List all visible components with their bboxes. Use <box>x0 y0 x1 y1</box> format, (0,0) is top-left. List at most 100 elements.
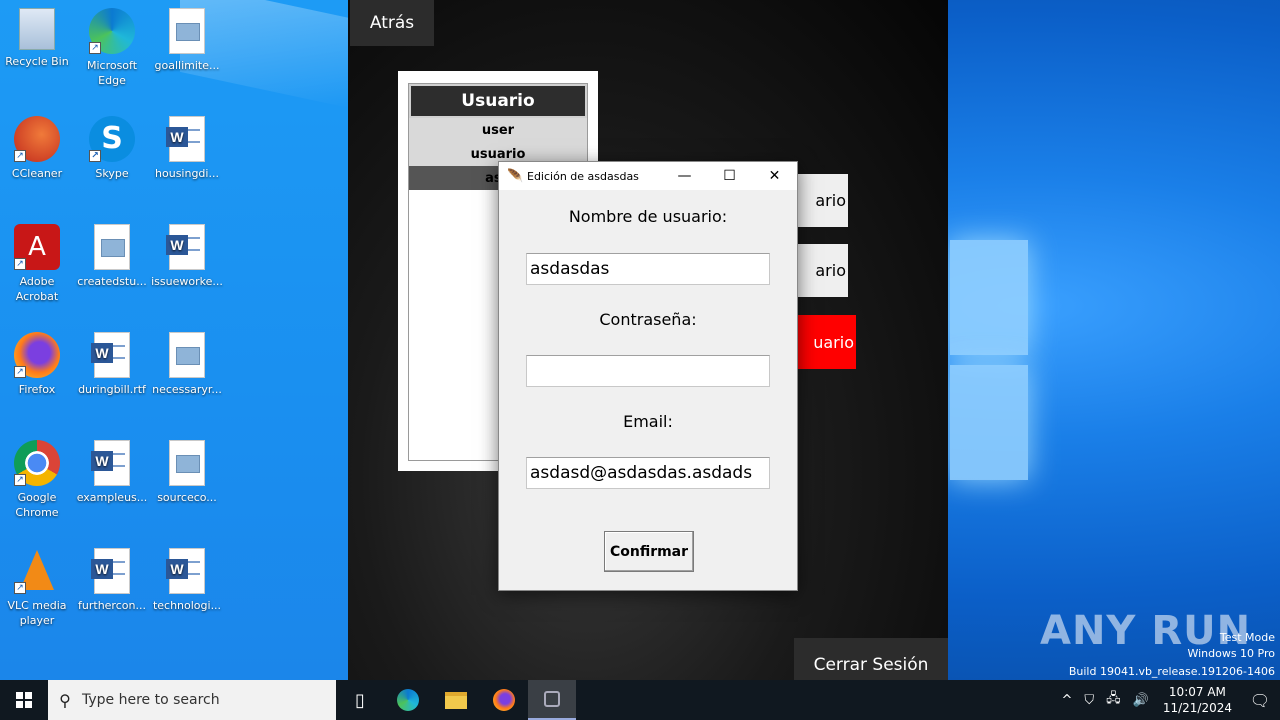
image-file-icon <box>169 8 205 54</box>
confirm-button[interactable]: Confirmar <box>604 531 694 572</box>
word-doc-icon: W <box>91 332 130 378</box>
windows-edition-text: Windows 10 Pro <box>1187 647 1275 660</box>
network-icon[interactable]: 🖧 <box>1106 689 1121 711</box>
delete-user-button[interactable]: uario <box>788 315 856 369</box>
desktop-icon-label: furthercon... <box>78 599 146 612</box>
shortcut-arrow-icon: ↗ <box>89 150 101 162</box>
desktop-icon-necessaryr[interactable]: necessaryr... <box>151 332 223 397</box>
notification-icon[interactable]: 🗨 <box>1240 691 1280 710</box>
search-placeholder: Type here to search <box>82 692 220 708</box>
test-mode-text: Test Mode <box>1219 631 1275 644</box>
volume-icon[interactable]: 🔊 <box>1133 693 1149 708</box>
edge-taskbar-icon[interactable] <box>384 680 432 720</box>
taskbar-search-box[interactable]: ⚲ Type here to search <box>48 680 336 720</box>
desktop-icon-ccleaner[interactable]: ↗ CCleaner <box>1 116 73 181</box>
desktop-icon-edge[interactable]: ↗ Microsoft Edge <box>76 8 148 88</box>
desktop-icon-acrobat[interactable]: A ↗ Adobe Acrobat <box>1 224 73 304</box>
list-item[interactable]: user <box>409 118 587 142</box>
desktop-icon-furthercon[interactable]: W furthercon... <box>76 548 148 613</box>
word-doc-icon: W <box>166 224 205 270</box>
shortcut-arrow-icon: ↗ <box>89 42 101 54</box>
desktop-icon-chrome[interactable]: ↗ Google Chrome <box>1 440 73 520</box>
word-doc-icon: W <box>166 548 205 594</box>
desktop-icon-firefox[interactable]: ↗ Firefox <box>1 332 73 397</box>
desktop-icon-exampleus[interactable]: W exampleus... <box>76 440 148 505</box>
desktop-icon-label: VLC media player <box>7 599 67 627</box>
shortcut-arrow-icon: ↗ <box>14 474 26 486</box>
desktop-icon-duringbill[interactable]: W duringbill.rtf <box>76 332 148 397</box>
desktop-icon-vlc[interactable]: ↗ VLC media player <box>1 548 73 628</box>
windows-start-icon <box>16 692 32 708</box>
chevron-up-icon[interactable]: ^ <box>1061 693 1072 708</box>
search-icon: ⚲ <box>59 690 71 710</box>
edge-icon: ↗ <box>89 8 135 54</box>
firefox-taskbar-icon[interactable] <box>480 680 528 720</box>
desktop-icon-label: Adobe Acrobat <box>15 275 59 303</box>
logo-pane-bottom <box>950 365 1028 480</box>
chrome-icon: ↗ <box>14 440 60 486</box>
vlc-icon: ↗ <box>14 548 60 594</box>
desktop-icon-label: createdstu... <box>77 275 147 288</box>
word-doc-icon: W <box>91 440 130 486</box>
password-input[interactable] <box>526 355 770 387</box>
image-file-icon <box>169 440 205 486</box>
desktop-icon-issueworke[interactable]: W issueworke... <box>151 224 223 289</box>
user-list-header: Usuario <box>409 84 587 118</box>
desktop-icon-label: goallimite... <box>154 59 220 72</box>
desktop-icon-label: exampleus... <box>76 491 148 504</box>
word-doc-icon: W <box>91 548 130 594</box>
word-doc-icon: W <box>166 116 205 162</box>
maximize-button[interactable]: ☐ <box>707 162 752 190</box>
username-label: Nombre de usuario: <box>568 207 728 226</box>
shortcut-arrow-icon: ↗ <box>14 366 26 378</box>
task-view-icon[interactable]: ▯ <box>336 680 384 720</box>
desktop-icon-label: Microsoft Edge <box>86 59 138 87</box>
feather-icon: 🪶 <box>507 168 524 184</box>
desktop-icon-recycle-bin[interactable]: Recycle Bin <box>1 8 73 69</box>
desktop-icon-label: Recycle Bin <box>5 55 69 68</box>
clock-date: 11/21/2024 <box>1162 701 1232 715</box>
dialog-titlebar[interactable]: 🪶 Edición de asdasdas — ☐ ✕ <box>499 162 797 190</box>
desktop-icon-housingdi[interactable]: W housingdi... <box>151 116 223 181</box>
desktop-icon-label: Firefox <box>18 383 56 396</box>
shortcut-arrow-icon: ↗ <box>14 150 26 162</box>
password-label: Contraseña: <box>599 310 697 329</box>
security-icon[interactable]: ⛉ <box>1084 693 1094 708</box>
dialog-title: Edición de asdasdas <box>527 169 639 183</box>
desktop-icon-label: duringbill.rtf <box>78 383 146 396</box>
image-file-icon <box>169 332 205 378</box>
close-button[interactable]: ✕ <box>752 162 797 190</box>
start-button[interactable] <box>0 680 48 720</box>
logo-pane-top <box>950 240 1028 355</box>
desktop-icon-goallimite[interactable]: goallimite... <box>151 8 223 73</box>
edit-user-dialog: 🪶 Edición de asdasdas — ☐ ✕ Nombre de us… <box>498 161 798 591</box>
username-input[interactable]: asdasdas <box>526 253 770 285</box>
desktop-icon-label: housingdi... <box>155 167 219 180</box>
email-input[interactable]: asdasd@asdasdas.asdads <box>526 457 770 489</box>
image-file-icon <box>94 224 130 270</box>
desktop-icon-label: CCleaner <box>11 167 63 180</box>
back-button[interactable]: Atrás <box>350 0 434 46</box>
windows-logo-wallpaper <box>950 240 1030 480</box>
desktop-icon-label: sourceco... <box>157 491 217 504</box>
ccleaner-icon: ↗ <box>14 116 60 162</box>
desktop-icon-label: necessaryr... <box>152 383 222 396</box>
desktop-icon-createdstu[interactable]: createdstu... <box>76 224 148 289</box>
python-app-taskbar-icon[interactable] <box>528 680 576 720</box>
file-explorer-icon[interactable] <box>432 680 480 720</box>
desktop-icon-technologi[interactable]: W technologi... <box>151 548 223 613</box>
desktop-icon-label: issueworke... <box>151 275 223 288</box>
firefox-icon: ↗ <box>14 332 60 378</box>
skype-icon: S ↗ <box>89 116 135 162</box>
shortcut-arrow-icon: ↗ <box>14 258 26 270</box>
desktop-icon-skype[interactable]: S ↗ Skype <box>76 116 148 181</box>
logout-button[interactable]: Cerrar Sesión <box>794 638 948 680</box>
clock-time: 10:07 AM <box>1168 685 1226 699</box>
clock[interactable]: 10:07 AM 11/21/2024 <box>1163 684 1232 716</box>
desktop-icon-sourceco[interactable]: sourceco... <box>151 440 223 505</box>
shortcut-arrow-icon: ↗ <box>14 582 26 594</box>
minimize-button[interactable]: — <box>662 162 707 190</box>
build-info-text: Build 19041.vb_release.191206-1406 <box>1068 665 1275 678</box>
acrobat-icon: A ↗ <box>14 224 60 270</box>
desktop-icon-label: Google Chrome <box>15 491 59 519</box>
